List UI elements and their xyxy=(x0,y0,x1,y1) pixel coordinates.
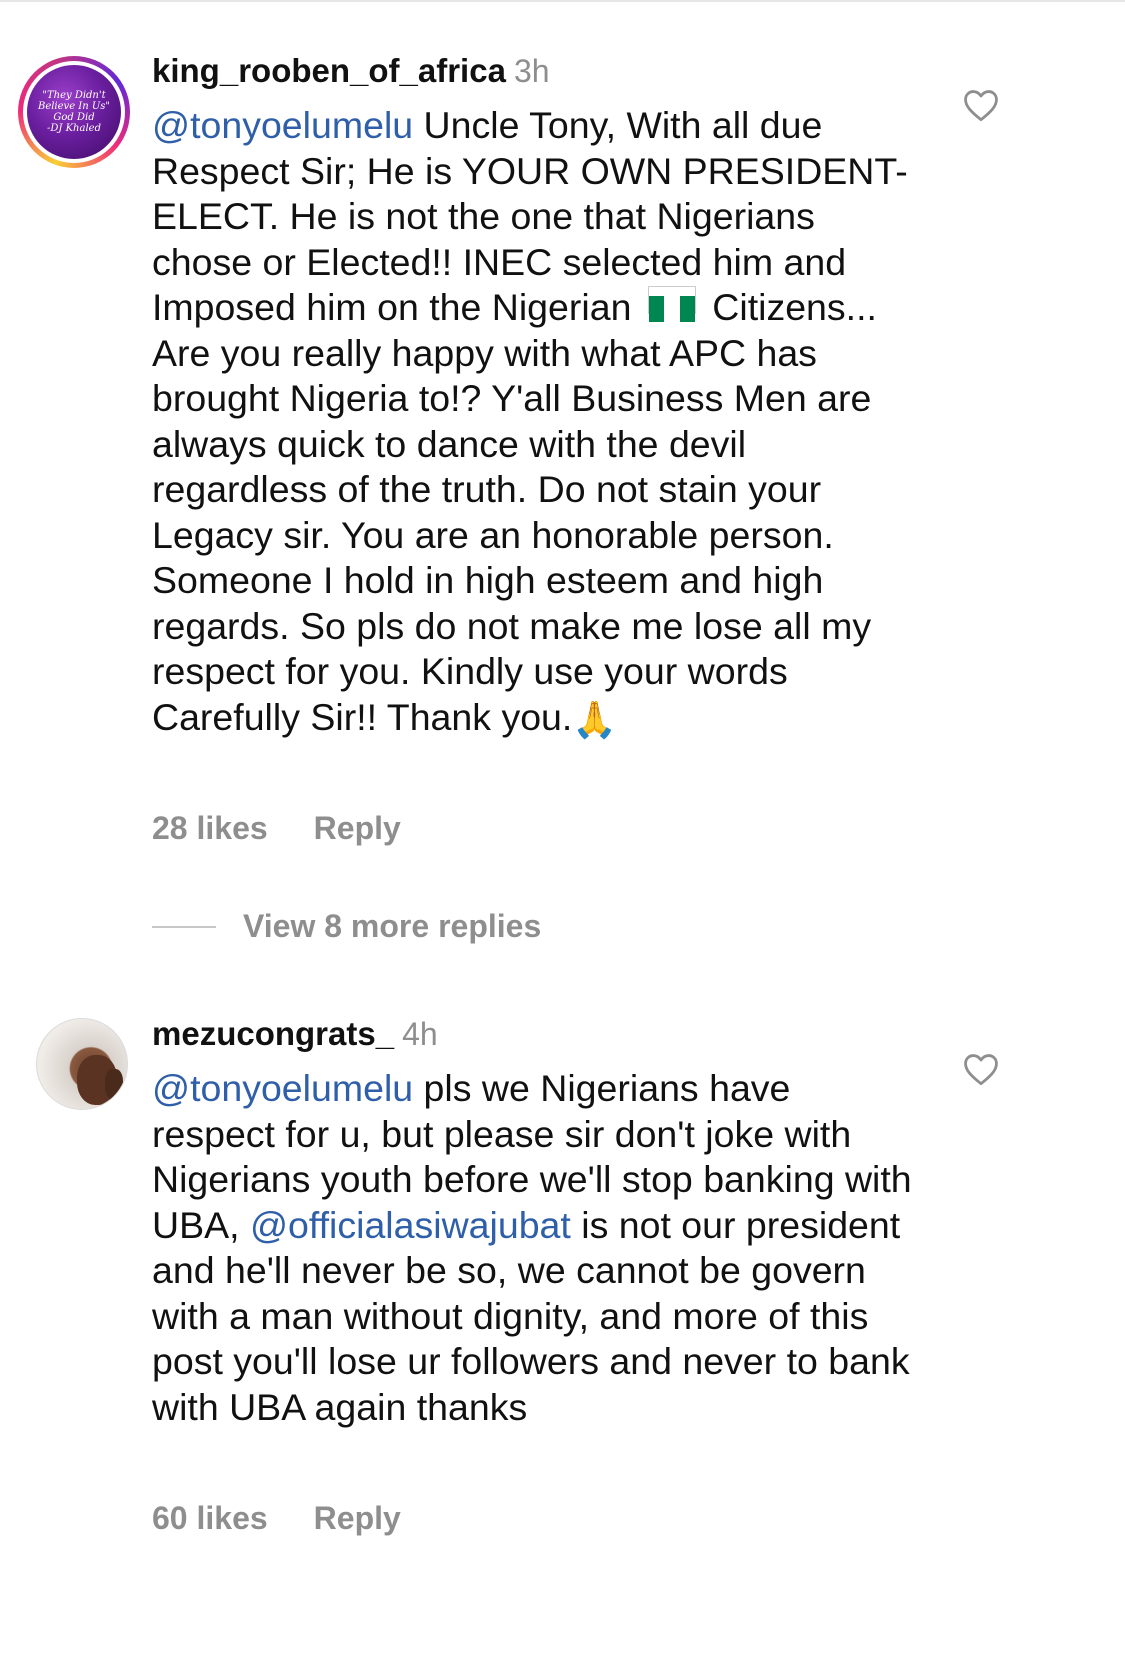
like-heart-icon[interactable] xyxy=(962,1052,1000,1086)
likes-count[interactable]: 28 likes xyxy=(152,810,268,846)
timestamp: 3h xyxy=(513,53,550,89)
comment-text: @tonyoelumelu pls we Nigerians have resp… xyxy=(152,1066,912,1430)
divider-line xyxy=(152,925,216,928)
view-more-replies[interactable]: View 8 more replies xyxy=(152,908,541,945)
mention-link[interactable]: @tonyoelumelu xyxy=(152,1067,413,1109)
comment-text: @tonyoelumelu Uncle Tony, With all due R… xyxy=(152,103,912,742)
top-divider xyxy=(0,0,1125,2)
avatar-text-line: "They Didn't Believe In Us" xyxy=(37,90,111,112)
comment-text-part: Citizens... Are you really happy with wh… xyxy=(152,286,877,738)
comment-actions: 60 likes Reply xyxy=(152,1500,401,1537)
mention-link[interactable]: @officialasiwajubat xyxy=(250,1204,571,1246)
timestamp: 4h xyxy=(402,1016,438,1052)
avatar[interactable] xyxy=(36,1018,128,1110)
avatar-text-line: God Did xyxy=(53,112,95,123)
like-heart-icon[interactable] xyxy=(962,88,1000,122)
reply-button[interactable]: Reply xyxy=(314,1500,401,1536)
comment-header: mezucongrats_ 4h xyxy=(152,1015,438,1053)
username[interactable]: mezucongrats_ xyxy=(152,1015,394,1052)
avatar-text-line: -DJ Khaled xyxy=(47,123,101,134)
mention-link[interactable]: @tonyoelumelu xyxy=(152,104,413,146)
reply-button[interactable]: Reply xyxy=(314,810,401,846)
comment-actions: 28 likes Reply xyxy=(152,810,401,847)
avatar: "They Didn't Believe In Us" God Did -DJ … xyxy=(27,65,121,159)
likes-count[interactable]: 60 likes xyxy=(152,1500,268,1536)
folded-hands-icon: 🙏 xyxy=(572,698,618,740)
comment-header: king_rooben_of_africa 3h xyxy=(152,52,550,90)
username[interactable]: king_rooben_of_africa xyxy=(152,52,506,89)
nigeria-flag-icon xyxy=(647,286,696,322)
story-ring-avatar[interactable]: "They Didn't Believe In Us" God Did -DJ … xyxy=(18,56,130,168)
view-more-replies-label: View 8 more replies xyxy=(243,908,542,944)
